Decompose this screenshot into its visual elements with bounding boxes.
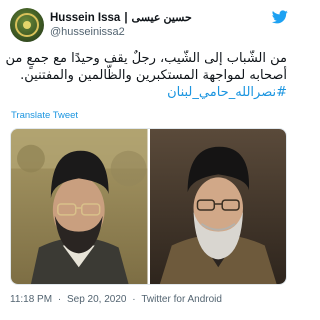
tweet-card: Hussein Issa | حسين عيسى @husseinissa2 م… [0,0,297,320]
tweet-line-1: من الشّباب إلى الشّيب، رجلٌ يقف وحيدًا م… [5,51,288,66]
author-arabic-name[interactable]: حسين عيسى [132,11,192,24]
tweet-meta: 11:18 PM · Sep 20, 2020 · Twitter for An… [10,294,222,305]
meta-dot-2: · [132,294,136,305]
tweet-time[interactable]: 11:18 PM [10,294,52,305]
photo-left-image [11,129,148,284]
tweet-media[interactable] [10,128,287,285]
tweet-date[interactable]: Sep 20, 2020 [67,294,127,305]
media-photo-right[interactable] [149,129,286,284]
author-handle[interactable]: @husseinissa2 [50,26,125,38]
twitter-bird-icon[interactable] [272,10,288,24]
author-display-name[interactable]: Hussein Issa [50,12,120,24]
tweet-source: Twitter for Android [141,294,222,305]
photo-right-image [149,129,286,284]
tweet-body: من الشّباب إلى الشّيب، رجلٌ يقف وحيدًا م… [5,50,288,101]
avatar-center [23,21,31,29]
tweet-hashtag-link[interactable]: #نصرالله_حامي_لبنان [10,84,287,101]
meta-dot-1: · [57,294,62,305]
author-avatar[interactable] [10,8,44,42]
media-photo-left[interactable] [11,129,148,284]
translate-tweet-link[interactable]: Translate Tweet [11,110,78,121]
author-name-row[interactable]: Hussein Issa | حسين عيسى [50,11,192,25]
tweet-line-2: أصحابه لمواجهة المستكبرين والظّالمين وال… [20,68,287,83]
name-separator: | [124,11,128,24]
